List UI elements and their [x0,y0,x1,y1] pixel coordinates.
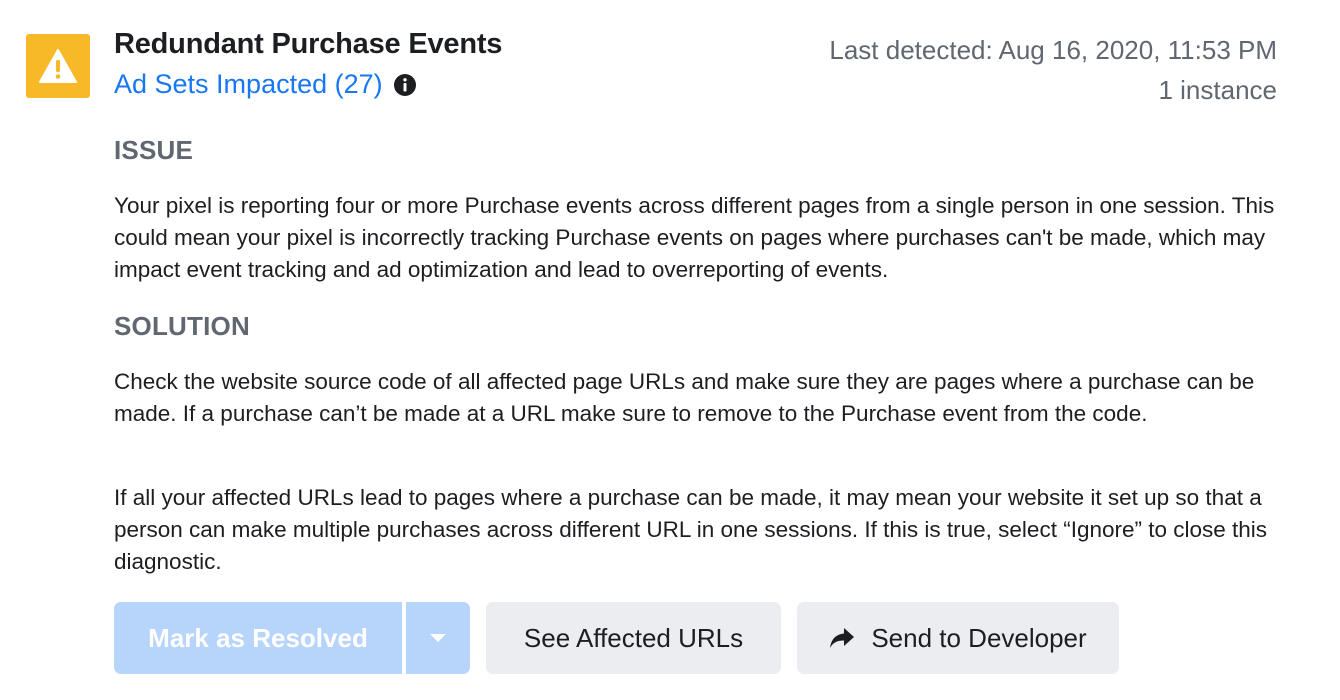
resolve-options-dropdown-button[interactable] [406,602,470,674]
ad-sets-impacted-link[interactable]: Ad Sets Impacted (27) [114,69,383,100]
issue-heading: ISSUE [114,135,194,165]
chevron-down-icon [430,634,446,642]
send-to-developer-label: Send to Developer [871,622,1087,653]
warning-icon [39,49,77,83]
issue-description: Your pixel is reporting four or more Pur… [114,193,1275,282]
solution-description-2: If all your affected URLs lead to pages … [114,485,1268,574]
detection-meta: Last detected: Aug 16, 2020, 11:53 PM 1 … [829,30,1277,110]
solution-heading: SOLUTION [114,311,250,341]
instance-count: 1 instance [1158,75,1277,105]
warning-icon-box [26,34,90,98]
send-to-developer-button[interactable]: Send to Developer [797,602,1119,674]
subtitle-row: Ad Sets Impacted (27) [114,69,417,100]
info-icon[interactable] [393,73,417,97]
solution-description-1: Check the website source code of all aff… [114,369,1255,426]
mark-as-resolved-button[interactable]: Mark as Resolved [114,602,402,674]
page-title: Redundant Purchase Events [114,28,503,60]
share-arrow-icon [829,627,855,649]
last-detected-text: Last detected: Aug 16, 2020, 11:53 PM [829,35,1277,65]
see-affected-urls-button[interactable]: See Affected URLs [486,602,781,674]
